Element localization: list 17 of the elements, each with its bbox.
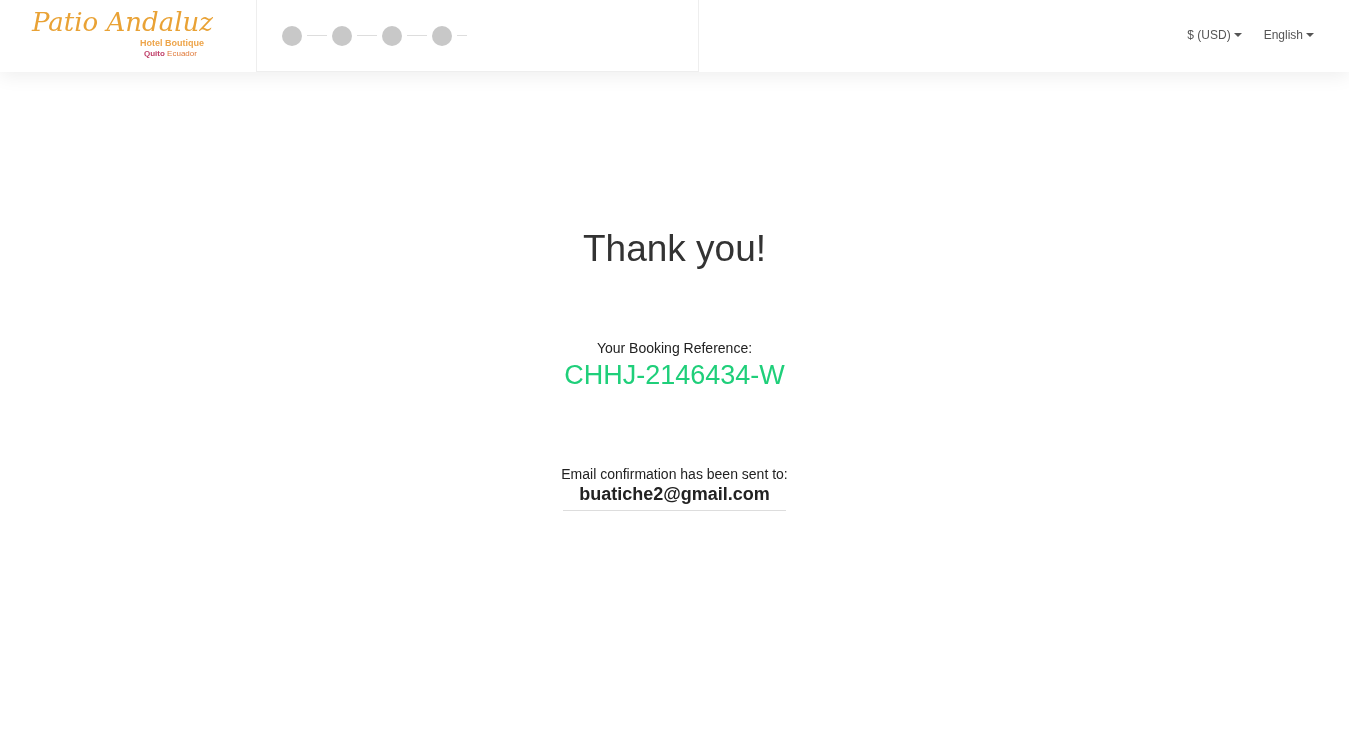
- booking-reference: CHHJ-2146434-W: [564, 360, 785, 391]
- hotel-logo[interactable]: Patio Andaluz Hotel Boutique Quito Ecuador: [0, 0, 256, 72]
- step-dot-icon: [332, 25, 352, 46]
- step-dot-icon: [432, 25, 452, 46]
- email-address: buatiche2@gmail.com: [563, 482, 786, 511]
- language-dropdown[interactable]: English: [1263, 28, 1314, 42]
- caret-icon: [1306, 33, 1314, 37]
- email-label: Email confirmation has been sent to:: [561, 466, 788, 482]
- reference-label: Your Booking Reference:: [596, 340, 753, 356]
- logo-location: Quito Ecuador: [144, 49, 197, 59]
- step-dot-icon: [382, 25, 402, 46]
- step-dot-icon: [282, 25, 302, 46]
- thank-you-title: Thank you!: [582, 228, 767, 270]
- currency-dropdown[interactable]: $ (USD): [1187, 28, 1242, 42]
- caret-icon: [1233, 33, 1242, 37]
- logo-subtitle: Hotel Boutique: [140, 38, 204, 49]
- logo-name: Patio Andaluz: [32, 6, 213, 38]
